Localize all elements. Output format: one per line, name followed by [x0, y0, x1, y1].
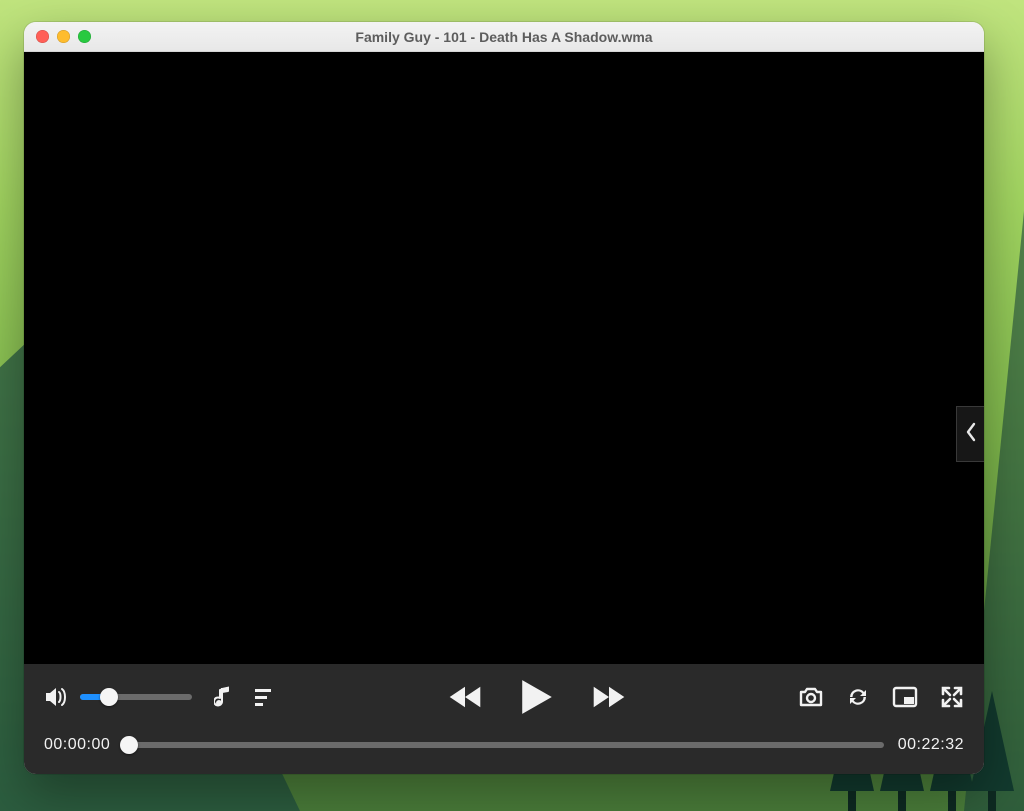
bookmarks-button[interactable]: [214, 685, 232, 709]
window-zoom-button[interactable]: [78, 30, 91, 43]
controls-bar: 00:00:00 00:22:32: [24, 664, 984, 774]
forward-button[interactable]: [592, 683, 626, 711]
rewind-icon: [448, 683, 482, 711]
progress-slider[interactable]: [124, 742, 883, 748]
play-icon: [518, 678, 556, 716]
rewind-button[interactable]: [448, 683, 482, 711]
window-title: Family Guy - 101 - Death Has A Shadow.wm…: [24, 29, 984, 45]
playlist-icon: [254, 687, 276, 707]
titlebar[interactable]: Family Guy - 101 - Death Has A Shadow.wm…: [24, 22, 984, 52]
window-close-button[interactable]: [36, 30, 49, 43]
loop-button[interactable]: [846, 685, 870, 709]
snapshot-button[interactable]: [798, 686, 824, 708]
current-time: 00:00:00: [44, 736, 110, 754]
player-window: Family Guy - 101 - Death Has A Shadow.wm…: [24, 22, 984, 774]
duration: 00:22:32: [898, 736, 964, 754]
mute-button[interactable]: [44, 685, 70, 709]
pip-button[interactable]: [892, 686, 918, 708]
speaker-icon: [44, 685, 70, 709]
play-button[interactable]: [518, 678, 556, 716]
volume-thumb[interactable]: [100, 688, 118, 706]
picture-in-picture-icon: [892, 686, 918, 708]
side-panel-toggle[interactable]: [956, 406, 984, 462]
window-minimize-button[interactable]: [57, 30, 70, 43]
chevron-left-icon: [964, 422, 978, 447]
forward-icon: [592, 683, 626, 711]
fullscreen-icon: [940, 685, 964, 709]
loop-icon: [846, 685, 870, 709]
fullscreen-button[interactable]: [940, 685, 964, 709]
music-note-icon: [214, 685, 232, 709]
playlist-button[interactable]: [254, 687, 276, 707]
camera-icon: [798, 686, 824, 708]
volume-slider[interactable]: [80, 694, 192, 700]
video-canvas[interactable]: [24, 52, 984, 664]
progress-thumb[interactable]: [120, 736, 138, 754]
